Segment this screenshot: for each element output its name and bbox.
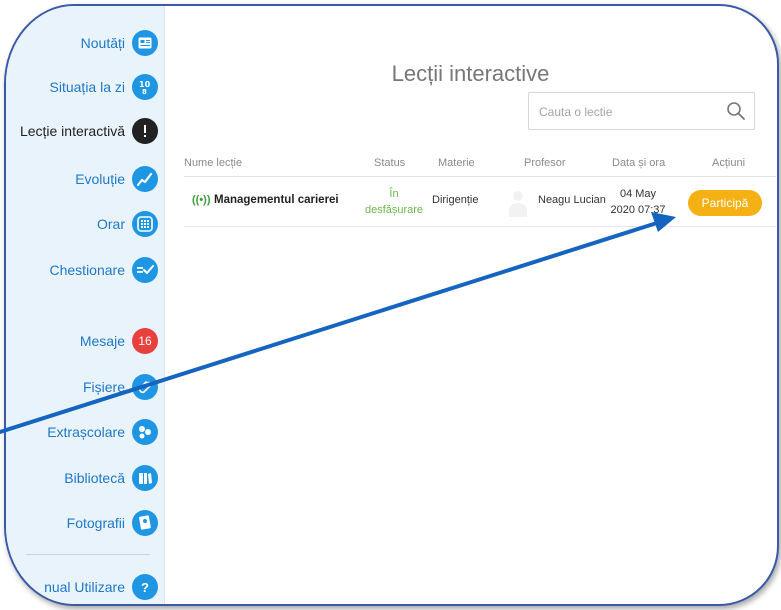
sidebar-item-fotografii[interactable]: Fotografii (67, 508, 158, 538)
sidebar-item-orar[interactable]: Orar (97, 209, 158, 239)
sidebar-item-biblioteca[interactable]: Bibliotecă (64, 463, 158, 493)
column-header-subject: Materie (438, 157, 475, 169)
search-box[interactable] (528, 92, 755, 130)
trend-icon (132, 166, 158, 192)
live-broadcast-icon: ((•)) (192, 194, 211, 206)
sidebar-item-label: nual Utilizare (44, 579, 125, 595)
date-text: 04 May (619, 188, 657, 200)
paperclip-icon (132, 374, 158, 400)
svg-text:8: 8 (142, 88, 147, 95)
status-line-1: În (389, 188, 399, 200)
exclamation-icon (132, 118, 158, 144)
sidebar-item-chestionare[interactable]: Chestionare (49, 255, 158, 285)
sidebar-item-extrascolare[interactable]: Extrașcolare (47, 417, 158, 447)
sidebar-item-fisiere[interactable]: Fișiere (83, 372, 158, 402)
datetime-cell: 04 May 2020 07:37 (604, 186, 672, 218)
sidebar-item-label: Orar (97, 216, 125, 232)
sidebar-item-label: Chestionare (49, 262, 126, 278)
sidebar-item-manual[interactable]: nual Utilizare ? (44, 572, 158, 602)
photo-icon (132, 510, 158, 536)
main-content: Lecții interactive Nume lecție Status Ma… (164, 6, 777, 604)
column-header-status: Status (374, 157, 406, 169)
participate-button[interactable]: Participă (688, 190, 762, 216)
sidebar-item-lectie-interactiva[interactable]: Lecție interactivă (20, 116, 158, 146)
book-icon (132, 465, 158, 491)
sidebar-item-label: Noutăți (80, 35, 125, 51)
table-header: Nume lecție Status Materie Profesor Data… (184, 154, 776, 177)
help-icon: ? (132, 574, 158, 600)
page-title: Lecții interactive (391, 60, 550, 86)
sidebar-item-situatia[interactable]: Situația la zi 10 8 (50, 72, 158, 102)
column-header-name: Nume lecție (184, 157, 243, 169)
subject-cell: Dirigenție (432, 194, 479, 206)
sidebar-item-label: Mesaje (79, 333, 125, 349)
sidebar-item-label: Evoluție (75, 171, 125, 187)
sidebar-divider (26, 554, 150, 555)
sidebar-item-mesaje[interactable]: Mesaje 16 (80, 326, 158, 356)
teacher-cell: Neagu Lucian (538, 194, 606, 206)
app-frame: Noutăți Situația la zi 10 8 Lecție intera… (4, 4, 779, 606)
sidebar-item-label: Situația la zi (49, 79, 125, 95)
sidebar-item-label: Bibliotecă (64, 470, 125, 486)
status-badge: În desfășurare (362, 186, 426, 218)
sidebar: Noutăți Situația la zi 10 8 Lecție intera… (6, 6, 165, 604)
search-input[interactable] (537, 101, 721, 123)
sidebar-item-label: Fișiere (82, 379, 125, 395)
sidebar-item-label: Fotografii (66, 515, 125, 531)
calendar-icon (132, 211, 158, 237)
time-text: 2020 07:37 (610, 204, 666, 216)
checklist-icon (132, 257, 158, 283)
lesson-name: Managementul carierei (214, 194, 339, 206)
sidebar-item-evolutie[interactable]: Evoluție (75, 164, 158, 194)
status-line-2: desfășurare (364, 204, 424, 216)
activities-icon (132, 419, 158, 445)
column-header-actions: Acțiuni (712, 157, 746, 169)
newspaper-icon (132, 30, 158, 56)
numbers-icon: 10 8 (132, 74, 158, 100)
sidebar-item-noutati[interactable]: Noutăți (81, 28, 158, 58)
table-row: ((•)) Managementul carierei În desfășura… (184, 178, 776, 227)
search-icon[interactable] (726, 101, 746, 121)
sidebar-item-label: Lecție interactivă (19, 123, 125, 139)
messages-badge: 16 (132, 328, 158, 354)
sidebar-item-label: Extrașcolare (47, 424, 125, 440)
column-header-datetime: Data și ora (612, 157, 666, 169)
column-header-teacher: Profesor (524, 157, 566, 169)
